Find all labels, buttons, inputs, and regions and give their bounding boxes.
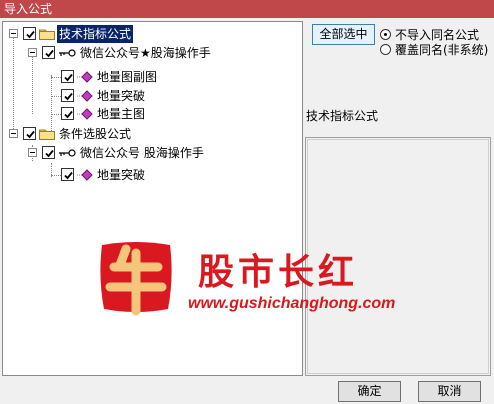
- tree-subgroup-2[interactable]: 微信公众号 股海操作手: [3, 144, 302, 162]
- item-checkbox[interactable]: [61, 168, 74, 181]
- item-checkbox[interactable]: [61, 89, 74, 102]
- folder-icon: [39, 29, 55, 40]
- formula-icon: [77, 108, 93, 120]
- tree-item[interactable]: 地量主图: [3, 105, 302, 123]
- window-title: 导入公式: [0, 0, 494, 18]
- key-icon: [59, 149, 76, 157]
- radio-button[interactable]: [380, 44, 391, 55]
- subgroup-checkbox[interactable]: [42, 146, 55, 159]
- watermark-url: www.gushichanghong.com: [188, 295, 396, 312]
- cancel-button[interactable]: 取消: [418, 381, 481, 402]
- collapse-toggle[interactable]: [9, 29, 18, 38]
- collapse-toggle[interactable]: [9, 129, 18, 138]
- radio-label: 不导入同名公式: [395, 28, 480, 42]
- group-label[interactable]: 技术指标公式: [57, 25, 134, 43]
- select-all-button[interactable]: 全部选中: [312, 24, 375, 45]
- group-checkbox[interactable]: [23, 27, 36, 40]
- subgroup-label[interactable]: 微信公众号★股海操作手: [80, 44, 211, 62]
- group-label[interactable]: 条件选股公式: [59, 125, 131, 143]
- group-checkbox[interactable]: [23, 127, 36, 140]
- watermark-brand: 股市长红: [198, 251, 359, 293]
- formula-icon: [77, 71, 93, 83]
- tree-item[interactable]: 地量突破: [3, 87, 302, 105]
- item-label[interactable]: 地量图副图: [97, 68, 157, 86]
- item-label[interactable]: 地量主图: [97, 105, 145, 123]
- tree-group-1[interactable]: 技术指标公式: [3, 25, 302, 43]
- collapse-toggle[interactable]: [28, 48, 37, 57]
- key-icon: [59, 49, 76, 57]
- item-checkbox[interactable]: [61, 107, 74, 120]
- formula-icon: [77, 90, 93, 102]
- tree-item[interactable]: 地量图副图: [3, 68, 302, 86]
- formula-icon: [77, 169, 93, 181]
- subgroup-checkbox[interactable]: [42, 46, 55, 59]
- item-label[interactable]: 地量突破: [97, 87, 145, 105]
- tree-item[interactable]: 地量突破: [3, 166, 302, 184]
- folder-icon: [39, 129, 55, 140]
- category-label: 技术指标公式: [306, 109, 379, 123]
- bull-seal-icon: [100, 242, 172, 316]
- tree-group-2[interactable]: 条件选股公式: [3, 125, 302, 143]
- formula-tree[interactable]: 技术指标公式 微信公众号★股海操作手 地量图副图 地量突破 地量主图 条件选股公…: [2, 21, 303, 376]
- radio-label: 覆盖同名(非系统): [395, 43, 489, 57]
- item-label[interactable]: 地量突破: [97, 166, 145, 184]
- watermark-logo: 股市长红 www.gushichanghong.com: [96, 237, 426, 321]
- subgroup-label[interactable]: 微信公众号 股海操作手: [80, 144, 204, 162]
- item-checkbox[interactable]: [61, 70, 74, 83]
- collapse-toggle[interactable]: [28, 148, 37, 157]
- ok-button[interactable]: 确定: [338, 381, 401, 402]
- radio-button[interactable]: [380, 29, 391, 40]
- tree-subgroup-1[interactable]: 微信公众号★股海操作手: [3, 44, 302, 62]
